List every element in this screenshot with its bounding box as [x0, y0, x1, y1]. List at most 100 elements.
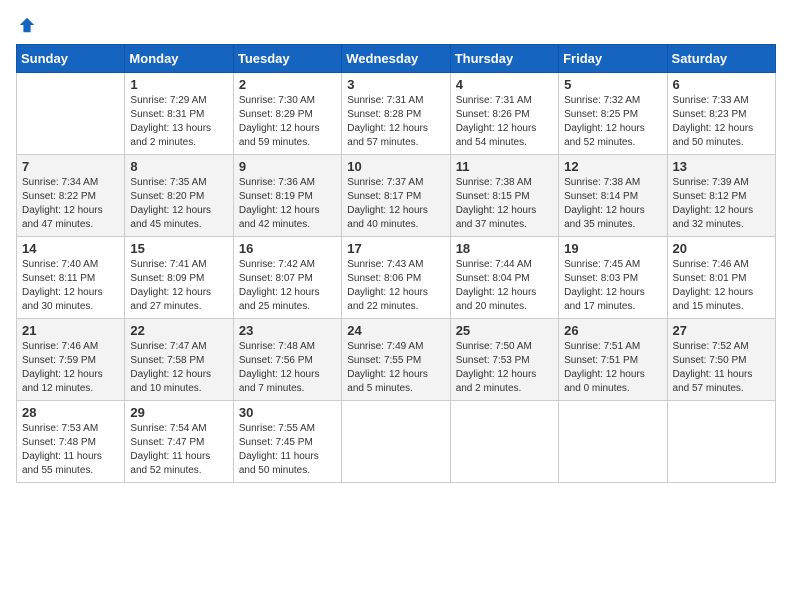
calendar-week-row: 28 Sunrise: 7:53 AM Sunset: 7:48 PM Dayli…: [17, 401, 776, 483]
calendar-cell: [450, 401, 558, 483]
calendar-week-row: 21 Sunrise: 7:46 AM Sunset: 7:59 PM Dayli…: [17, 319, 776, 401]
day-number: 26: [564, 323, 661, 338]
day-info: Sunrise: 7:46 AM Sunset: 7:59 PM Dayligh…: [22, 340, 119, 396]
day-number: 9: [239, 159, 336, 174]
logo: [16, 16, 36, 34]
header-wednesday: Wednesday: [342, 45, 450, 73]
day-info: Sunrise: 7:47 AM Sunset: 7:58 PM Dayligh…: [130, 340, 227, 396]
day-info: Sunrise: 7:34 AM Sunset: 8:22 PM Dayligh…: [22, 176, 119, 232]
day-number: 1: [130, 77, 227, 92]
calendar-cell: 16 Sunrise: 7:42 AM Sunset: 8:07 PM Dayli…: [233, 237, 341, 319]
calendar-cell: 10 Sunrise: 7:37 AM Sunset: 8:17 PM Dayli…: [342, 155, 450, 237]
day-info: Sunrise: 7:50 AM Sunset: 7:53 PM Dayligh…: [456, 340, 553, 396]
calendar-cell: 11 Sunrise: 7:38 AM Sunset: 8:15 PM Dayli…: [450, 155, 558, 237]
day-info: Sunrise: 7:30 AM Sunset: 8:29 PM Dayligh…: [239, 94, 336, 150]
calendar-cell: 17 Sunrise: 7:43 AM Sunset: 8:06 PM Dayli…: [342, 237, 450, 319]
calendar-cell: 13 Sunrise: 7:39 AM Sunset: 8:12 PM Dayli…: [667, 155, 775, 237]
calendar-cell: 7 Sunrise: 7:34 AM Sunset: 8:22 PM Daylig…: [17, 155, 125, 237]
calendar-cell: 21 Sunrise: 7:46 AM Sunset: 7:59 PM Dayli…: [17, 319, 125, 401]
day-info: Sunrise: 7:38 AM Sunset: 8:15 PM Dayligh…: [456, 176, 553, 232]
calendar-cell: 6 Sunrise: 7:33 AM Sunset: 8:23 PM Daylig…: [667, 73, 775, 155]
logo-icon: [18, 16, 36, 34]
calendar-week-row: 14 Sunrise: 7:40 AM Sunset: 8:11 PM Dayli…: [17, 237, 776, 319]
day-info: Sunrise: 7:31 AM Sunset: 8:26 PM Dayligh…: [456, 94, 553, 150]
day-info: Sunrise: 7:54 AM Sunset: 7:47 PM Dayligh…: [130, 422, 227, 478]
calendar-cell: 30 Sunrise: 7:55 AM Sunset: 7:45 PM Dayli…: [233, 401, 341, 483]
header-tuesday: Tuesday: [233, 45, 341, 73]
calendar-cell: [17, 73, 125, 155]
header-monday: Monday: [125, 45, 233, 73]
calendar-cell: 8 Sunrise: 7:35 AM Sunset: 8:20 PM Daylig…: [125, 155, 233, 237]
day-number: 28: [22, 405, 119, 420]
calendar-week-row: 1 Sunrise: 7:29 AM Sunset: 8:31 PM Daylig…: [17, 73, 776, 155]
calendar-cell: 28 Sunrise: 7:53 AM Sunset: 7:48 PM Dayli…: [17, 401, 125, 483]
day-info: Sunrise: 7:40 AM Sunset: 8:11 PM Dayligh…: [22, 258, 119, 314]
calendar-cell: [667, 401, 775, 483]
calendar-cell: 2 Sunrise: 7:30 AM Sunset: 8:29 PM Daylig…: [233, 73, 341, 155]
day-number: 25: [456, 323, 553, 338]
calendar-cell: 1 Sunrise: 7:29 AM Sunset: 8:31 PM Daylig…: [125, 73, 233, 155]
day-number: 10: [347, 159, 444, 174]
day-number: 18: [456, 241, 553, 256]
calendar-cell: 23 Sunrise: 7:48 AM Sunset: 7:56 PM Dayli…: [233, 319, 341, 401]
day-info: Sunrise: 7:41 AM Sunset: 8:09 PM Dayligh…: [130, 258, 227, 314]
day-info: Sunrise: 7:39 AM Sunset: 8:12 PM Dayligh…: [673, 176, 770, 232]
day-info: Sunrise: 7:31 AM Sunset: 8:28 PM Dayligh…: [347, 94, 444, 150]
calendar-cell: 15 Sunrise: 7:41 AM Sunset: 8:09 PM Dayli…: [125, 237, 233, 319]
day-number: 8: [130, 159, 227, 174]
calendar-cell: 4 Sunrise: 7:31 AM Sunset: 8:26 PM Daylig…: [450, 73, 558, 155]
day-info: Sunrise: 7:35 AM Sunset: 8:20 PM Dayligh…: [130, 176, 227, 232]
day-info: Sunrise: 7:33 AM Sunset: 8:23 PM Dayligh…: [673, 94, 770, 150]
calendar-week-row: 7 Sunrise: 7:34 AM Sunset: 8:22 PM Daylig…: [17, 155, 776, 237]
calendar-cell: 9 Sunrise: 7:36 AM Sunset: 8:19 PM Daylig…: [233, 155, 341, 237]
day-info: Sunrise: 7:42 AM Sunset: 8:07 PM Dayligh…: [239, 258, 336, 314]
calendar-cell: 25 Sunrise: 7:50 AM Sunset: 7:53 PM Dayli…: [450, 319, 558, 401]
day-number: 30: [239, 405, 336, 420]
day-number: 13: [673, 159, 770, 174]
calendar-cell: 18 Sunrise: 7:44 AM Sunset: 8:04 PM Dayli…: [450, 237, 558, 319]
day-number: 7: [22, 159, 119, 174]
calendar-table: SundayMondayTuesdayWednesdayThursdayFrid…: [16, 44, 776, 483]
day-info: Sunrise: 7:46 AM Sunset: 8:01 PM Dayligh…: [673, 258, 770, 314]
calendar-cell: 20 Sunrise: 7:46 AM Sunset: 8:01 PM Dayli…: [667, 237, 775, 319]
calendar-cell: 3 Sunrise: 7:31 AM Sunset: 8:28 PM Daylig…: [342, 73, 450, 155]
day-info: Sunrise: 7:51 AM Sunset: 7:51 PM Dayligh…: [564, 340, 661, 396]
day-number: 3: [347, 77, 444, 92]
day-info: Sunrise: 7:48 AM Sunset: 7:56 PM Dayligh…: [239, 340, 336, 396]
day-number: 17: [347, 241, 444, 256]
day-info: Sunrise: 7:43 AM Sunset: 8:06 PM Dayligh…: [347, 258, 444, 314]
day-number: 15: [130, 241, 227, 256]
calendar-cell: 27 Sunrise: 7:52 AM Sunset: 7:50 PM Dayli…: [667, 319, 775, 401]
day-number: 11: [456, 159, 553, 174]
calendar-cell: 12Sunrise: 7:38 AM Sunset: 8:14 PM Dayli…: [559, 155, 667, 237]
header-saturday: Saturday: [667, 45, 775, 73]
day-info: Sunrise: 7:44 AM Sunset: 8:04 PM Dayligh…: [456, 258, 553, 314]
day-number: 27: [673, 323, 770, 338]
day-number: 20: [673, 241, 770, 256]
calendar-cell: 14 Sunrise: 7:40 AM Sunset: 8:11 PM Dayli…: [17, 237, 125, 319]
header: [16, 16, 776, 34]
day-number: 4: [456, 77, 553, 92]
day-info: Sunrise: 7:32 AM Sunset: 8:25 PM Dayligh…: [564, 94, 661, 150]
day-number: 12: [564, 159, 661, 174]
calendar-cell: 24Sunrise: 7:49 AM Sunset: 7:55 PM Dayli…: [342, 319, 450, 401]
day-info: Sunrise: 7:53 AM Sunset: 7:48 PM Dayligh…: [22, 422, 119, 478]
day-number: 22: [130, 323, 227, 338]
day-info: Sunrise: 7:29 AM Sunset: 8:31 PM Dayligh…: [130, 94, 227, 150]
calendar-cell: [559, 401, 667, 483]
day-number: 6: [673, 77, 770, 92]
day-number: 23: [239, 323, 336, 338]
header-friday: Friday: [559, 45, 667, 73]
day-info: Sunrise: 7:37 AM Sunset: 8:17 PM Dayligh…: [347, 176, 444, 232]
day-info: Sunrise: 7:36 AM Sunset: 8:19 PM Dayligh…: [239, 176, 336, 232]
header-thursday: Thursday: [450, 45, 558, 73]
day-number: 2: [239, 77, 336, 92]
header-sunday: Sunday: [17, 45, 125, 73]
day-info: Sunrise: 7:52 AM Sunset: 7:50 PM Dayligh…: [673, 340, 770, 396]
day-number: 16: [239, 241, 336, 256]
day-info: Sunrise: 7:55 AM Sunset: 7:45 PM Dayligh…: [239, 422, 336, 478]
day-number: 21: [22, 323, 119, 338]
calendar-cell: 29Sunrise: 7:54 AM Sunset: 7:47 PM Dayli…: [125, 401, 233, 483]
day-number: 14: [22, 241, 119, 256]
day-info: Sunrise: 7:45 AM Sunset: 8:03 PM Dayligh…: [564, 258, 661, 314]
